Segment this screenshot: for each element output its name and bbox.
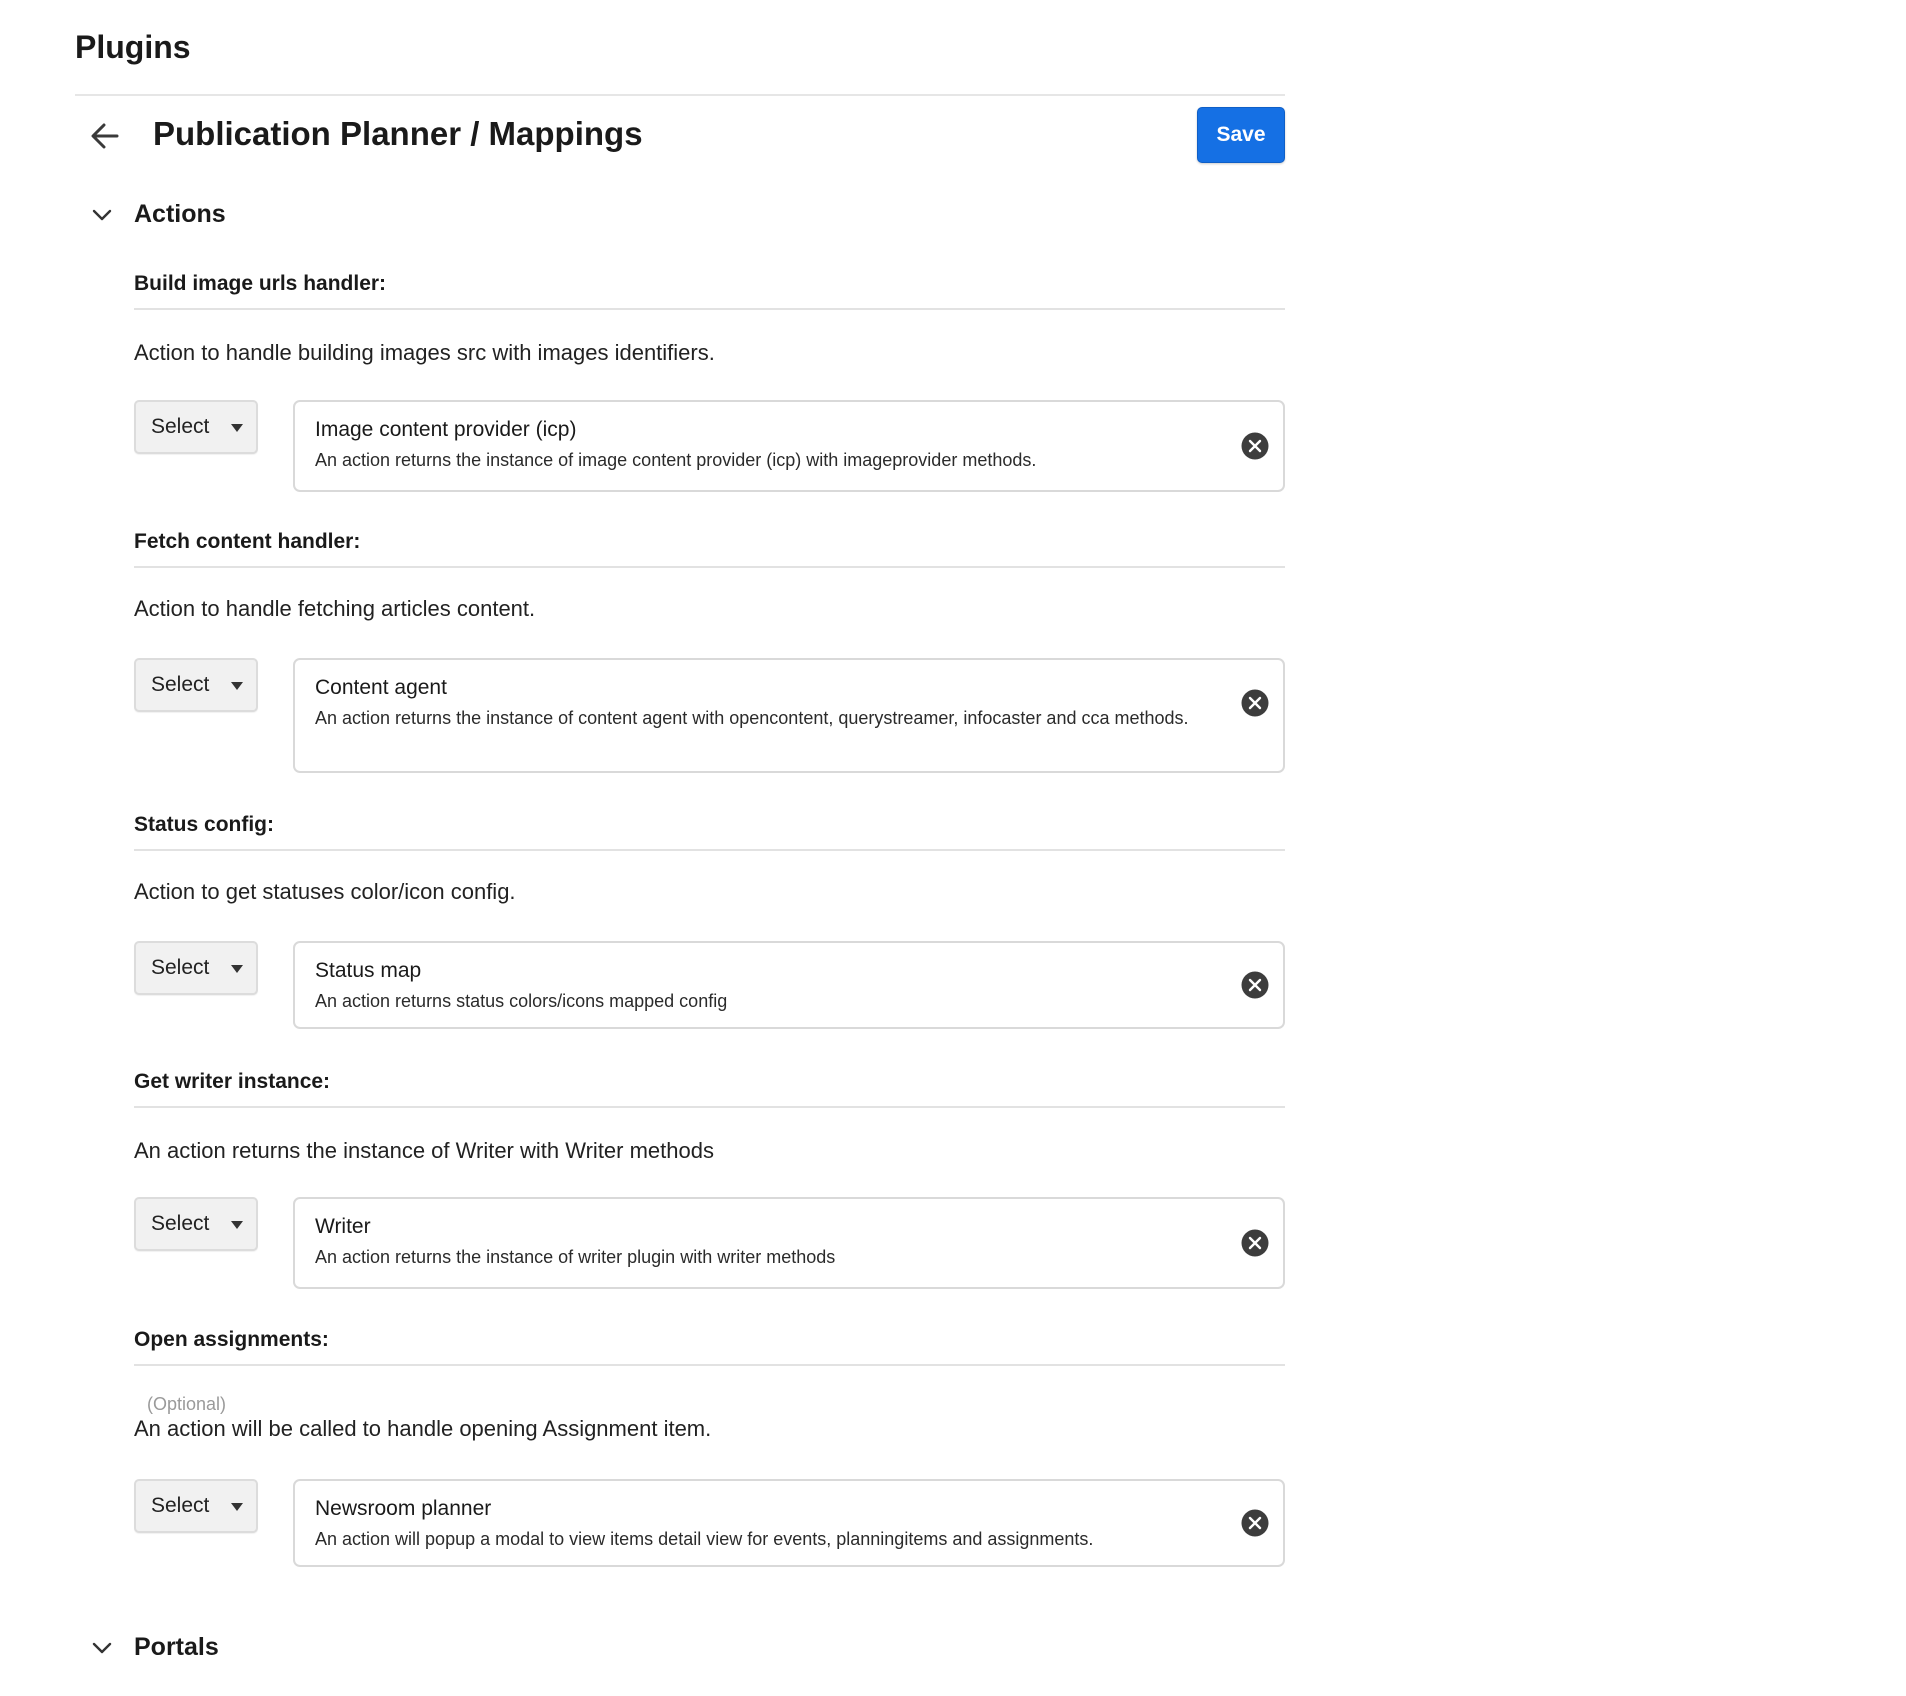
back-button[interactable] — [83, 114, 127, 158]
action-title: Writer — [315, 1215, 371, 1238]
page-title: Plugins — [75, 29, 191, 65]
caret-down-icon — [231, 965, 243, 973]
select-action-dropdown[interactable]: Select — [134, 1197, 258, 1251]
select-label: Select — [151, 415, 210, 438]
close-circle-icon[interactable] — [1241, 971, 1269, 999]
mapping-group-fetch-content: Fetch content handler: Action to handle … — [134, 528, 1285, 778]
selected-action-card: Content agent An action returns the inst… — [293, 658, 1285, 773]
optional-hint: (Optional) — [147, 1394, 227, 1414]
close-circle-icon[interactable] — [1241, 432, 1269, 460]
group-divider — [134, 1106, 1285, 1108]
group-title: Open assignments: — [134, 1328, 329, 1351]
caret-down-icon — [231, 682, 243, 690]
select-action-dropdown[interactable]: Select — [134, 400, 258, 454]
mapping-header: Publication Planner / Mappings Save — [75, 106, 1285, 164]
section-title-actions: Actions — [134, 200, 226, 228]
save-button[interactable]: Save — [1197, 107, 1285, 163]
select-label: Select — [151, 1494, 210, 1517]
group-title: Status config: — [134, 813, 274, 836]
select-label: Select — [151, 956, 210, 979]
caret-down-icon — [231, 424, 243, 432]
group-description: An action will be called to handle openi… — [134, 1416, 712, 1441]
mapping-title: Publication Planner / Mappings — [153, 115, 643, 152]
group-title: Build image urls handler: — [134, 272, 387, 295]
arrow-left-icon — [91, 123, 119, 149]
chevron-down-icon — [92, 209, 112, 221]
action-title: Status map — [315, 959, 422, 982]
group-title: Fetch content handler: — [134, 530, 361, 553]
close-circle-icon[interactable] — [1241, 1509, 1269, 1537]
action-description: An action returns status colors/icons ma… — [315, 991, 728, 1011]
mapping-group-build-image-urls: Build image urls handler: Action to hand… — [134, 270, 1285, 500]
mapping-group-open-assignments: Open assignments: (Optional) An action w… — [134, 1326, 1285, 1576]
action-title: Newsroom planner — [315, 1497, 492, 1520]
group-description: Action to get statuses color/icon config… — [134, 879, 516, 904]
close-circle-icon[interactable] — [1241, 1229, 1269, 1257]
group-description: Action to handle building images src wit… — [134, 340, 715, 365]
mapping-group-get-writer-instance: Get writer instance: An action returns t… — [134, 1068, 1285, 1298]
selected-action-card: Status map An action returns status colo… — [293, 941, 1285, 1029]
action-description: An action returns the instance of writer… — [315, 1247, 836, 1267]
action-title: Content agent — [315, 676, 447, 699]
selected-action-card: Writer An action returns the instance of… — [293, 1197, 1285, 1289]
section-title-portals: Portals — [134, 1633, 219, 1661]
caret-down-icon — [231, 1503, 243, 1511]
action-description: An action returns the instance of image … — [315, 450, 1037, 470]
close-circle-icon[interactable] — [1241, 689, 1269, 717]
group-divider — [134, 1364, 1285, 1366]
group-divider — [134, 849, 1285, 851]
group-divider — [134, 308, 1285, 310]
select-action-dropdown[interactable]: Select — [134, 658, 258, 712]
selected-action-card: Newsroom planner An action will popup a … — [293, 1479, 1285, 1567]
group-description: Action to handle fetching articles conte… — [134, 596, 536, 621]
group-title: Get writer instance: — [134, 1070, 331, 1093]
action-description: An action returns the instance of conten… — [315, 708, 1189, 728]
chevron-down-icon — [92, 1642, 112, 1654]
select-label: Select — [151, 1212, 210, 1235]
group-description: An action returns the instance of Writer… — [134, 1138, 714, 1163]
selected-action-card: Image content provider (icp) An action r… — [293, 400, 1285, 492]
mapping-group-status-config: Status config: Action to get statuses co… — [134, 811, 1285, 1041]
caret-down-icon — [231, 1221, 243, 1229]
action-title: Image content provider (icp) — [315, 418, 577, 441]
group-divider — [134, 566, 1285, 568]
action-description: An action will popup a modal to view ite… — [315, 1529, 1094, 1549]
section-toggle-portals[interactable]: Portals — [75, 1627, 475, 1667]
section-toggle-actions[interactable]: Actions — [75, 194, 475, 234]
page-divider — [75, 94, 1285, 96]
select-action-dropdown[interactable]: Select — [134, 1479, 258, 1533]
select-label: Select — [151, 673, 210, 696]
select-action-dropdown[interactable]: Select — [134, 941, 258, 995]
